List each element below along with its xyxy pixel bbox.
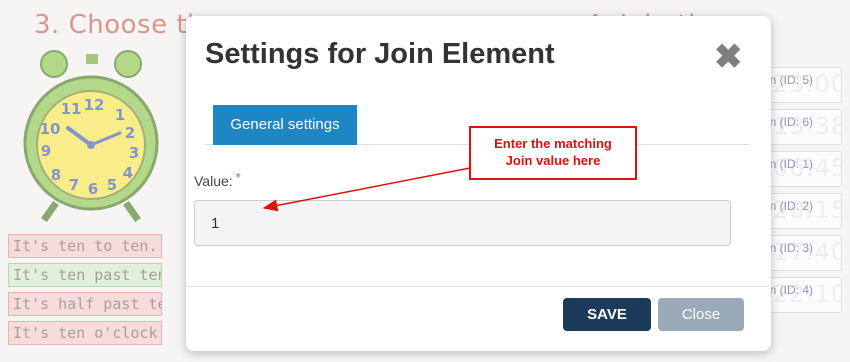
value-field-label: Value: *: [194, 170, 241, 189]
required-asterisk: *: [235, 170, 241, 185]
save-button[interactable]: SAVE: [563, 298, 651, 331]
annotation-line-2: Join value here: [505, 153, 601, 168]
value-label-text: Value:: [194, 173, 233, 189]
annotation-callout: Enter the matching Join value here: [469, 126, 637, 180]
close-button[interactable]: Close: [658, 298, 744, 331]
tab-general-settings[interactable]: General settings: [213, 105, 357, 145]
close-x-icon[interactable]: ✖: [714, 40, 743, 74]
settings-dialog: Settings for Join Element ✖ General sett…: [186, 16, 771, 351]
dialog-title: Settings for Join Element: [205, 38, 555, 70]
annotation-line-1: Enter the matching: [494, 136, 612, 151]
footer-divider: [186, 286, 771, 287]
value-input[interactable]: [194, 200, 731, 246]
